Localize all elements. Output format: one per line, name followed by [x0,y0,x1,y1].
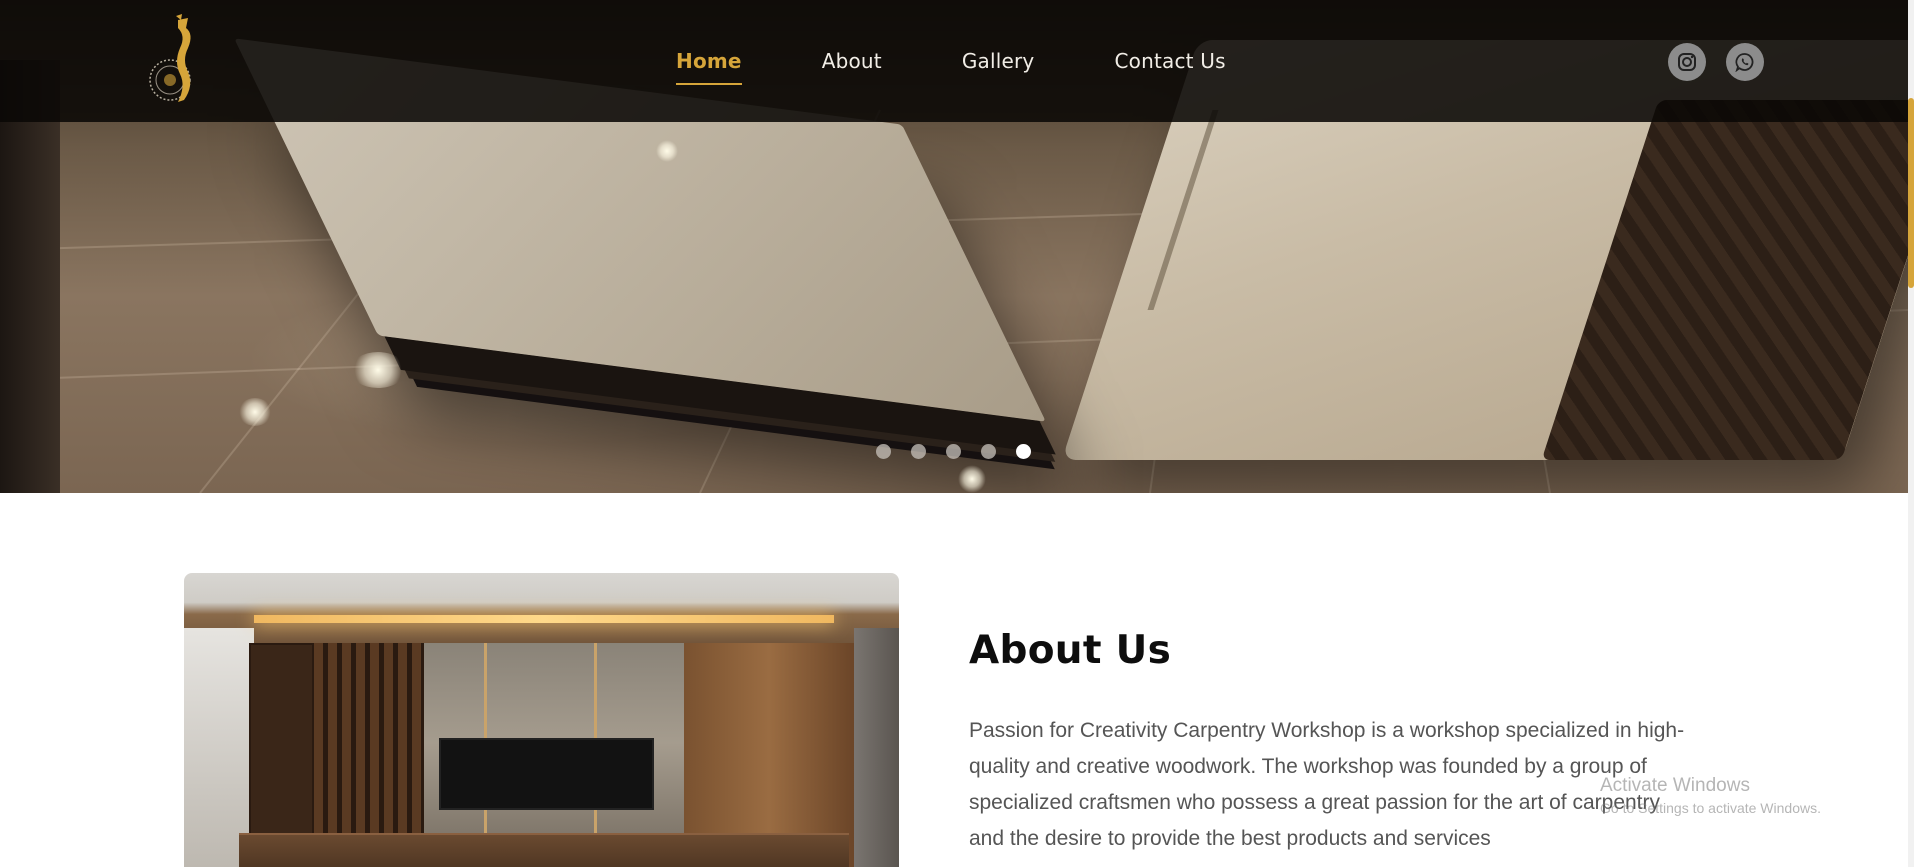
floor-light-reflection [238,398,272,426]
television [439,738,654,810]
tv-console [239,835,849,867]
about-image [184,573,899,867]
carousel-dot-5[interactable] [1016,444,1031,459]
instagram-icon [1678,53,1696,71]
site-header: Home About Gallery Contact Us [0,0,1908,122]
shelf-unit [249,643,314,867]
carousel-dots [876,444,1051,459]
nav-contact-us[interactable]: Contact Us [1114,49,1225,73]
wood-panel [684,643,854,867]
about-paragraph: Passion for Creativity Carpentry Worksho… [969,719,1685,850]
nav-about[interactable]: About [822,49,882,73]
left-cabinet [0,60,60,493]
curtain [854,628,899,867]
carousel-dot-3[interactable] [946,444,961,459]
windows-activation-title: Activate Windows [1600,775,1750,796]
table-highlight [656,140,678,162]
whatsapp-icon [1735,53,1754,72]
wall [184,628,254,867]
whatsapp-button[interactable] [1726,43,1764,81]
ceiling-light-strip [254,615,834,623]
carousel-dot-4[interactable] [981,444,996,459]
scrollbar-thumb[interactable] [1908,98,1914,288]
wood-slats [314,643,424,867]
carousel-dot-2[interactable] [911,444,926,459]
floor-light-reflection [958,465,986,493]
gold-calligraphy-logo-icon[interactable] [148,14,200,108]
nav-home[interactable]: Home [676,49,742,85]
main-nav: Home About Gallery Contact Us [676,0,1306,122]
floor-light-reflection [350,352,406,388]
about-title: About Us [969,628,1172,673]
instagram-button[interactable] [1668,43,1706,81]
carousel-dot-1[interactable] [876,444,891,459]
windows-activation-subtitle: Go to Settings to activate Windows. [1600,800,1821,816]
nav-gallery[interactable]: Gallery [962,49,1035,73]
